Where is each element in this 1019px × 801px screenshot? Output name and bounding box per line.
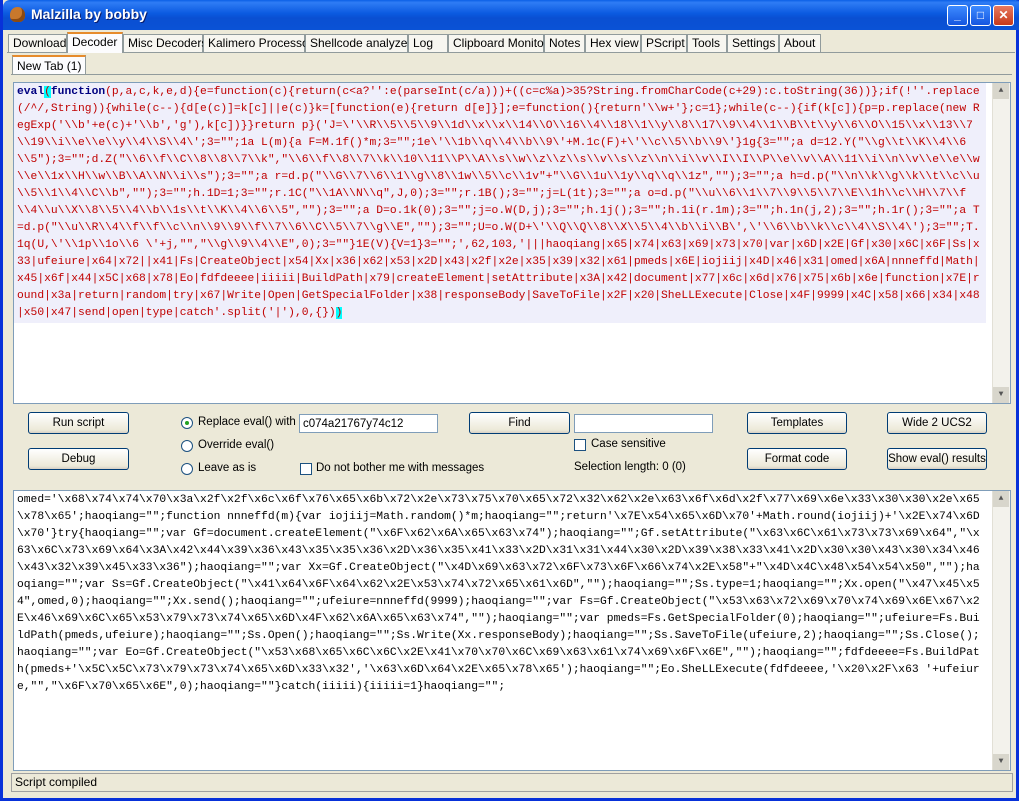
override-eval-label: Override eval() [198, 439, 275, 451]
leave-as-is-label: Leave as is [198, 462, 257, 474]
bracket-open-highlight: ( [44, 86, 51, 98]
editor-scrollbar[interactable]: ▲ ▼ [992, 83, 1010, 403]
replace-eval-radio[interactable] [181, 417, 193, 429]
scroll-down-arrow-icon[interactable]: ▼ [993, 754, 1009, 770]
case-sensitive-checkbox[interactable] [574, 439, 586, 451]
tab-new-tab-1[interactable]: New Tab (1) [12, 55, 87, 75]
debug-button[interactable]: Debug [28, 448, 129, 470]
find-button[interactable]: Find [469, 412, 570, 434]
encoded-script-body: (p,a,c,k,e,d){e=function(c){return(c<a?'… [17, 86, 980, 319]
override-eval-radio[interactable] [181, 440, 193, 452]
result-scrollbar[interactable]: ▲ ▼ [992, 491, 1010, 770]
bracket-close-highlight: ) [335, 307, 343, 319]
scroll-up-arrow-icon[interactable]: ▲ [993, 83, 1009, 99]
status-bar: Script compiled [11, 773, 1013, 792]
show-eval-results-button[interactable]: Show eval() results [887, 448, 987, 470]
find-input[interactable] [574, 414, 713, 433]
tab-notes[interactable]: Notes [544, 34, 585, 52]
close-button[interactable]: ✕ [993, 5, 1014, 26]
tab-pscript[interactable]: PScript [641, 34, 687, 52]
function-keyword: function [50, 86, 106, 98]
app-window: Malzilla by bobby _ □ ✕ Download Decoder… [0, 0, 1019, 801]
decoded-result-text[interactable]: omed='\x68\x74\x74\x70\x3a\x2f\x2f\x6c\x… [14, 491, 986, 697]
encoded-script-editor[interactable]: eval(function(p,a,c,k,e,d){e=function(c)… [13, 82, 1011, 404]
replace-eval-label: Replace eval() with [198, 416, 296, 428]
tab-decoder[interactable]: Decoder [67, 32, 123, 53]
tab-kalimero-processor[interactable]: Kalimero Processor [203, 34, 313, 52]
do-not-bother-label: Do not bother me with messages [316, 462, 485, 474]
tab-shellcode-analyzer[interactable]: Shellcode analyzer [305, 34, 411, 52]
selection-length-text: Selection length: 0 (0) [574, 461, 686, 473]
run-script-button[interactable]: Run script [28, 412, 129, 434]
maximize-button[interactable]: □ [970, 5, 991, 26]
window-title: Malzilla by bobby [31, 6, 147, 22]
tab-download[interactable]: Download [8, 34, 67, 52]
scroll-up-arrow-icon[interactable]: ▲ [993, 491, 1009, 507]
format-code-button[interactable]: Format code [747, 448, 847, 470]
tab-clipboard-monitor[interactable]: Clipboard Monitor [448, 34, 548, 52]
templates-button[interactable]: Templates [747, 412, 847, 434]
tab-misc-decoders[interactable]: Misc Decoders [123, 34, 207, 52]
tab-about[interactable]: About [779, 34, 821, 52]
decoded-result-editor[interactable]: omed='\x68\x74\x74\x70\x3a\x2f\x2f\x6c\x… [13, 490, 1011, 771]
wide-2-ucs2-button[interactable]: Wide 2 UCS2 [887, 412, 987, 434]
subtab-divider [11, 74, 1012, 75]
tab-settings[interactable]: Settings [727, 34, 779, 52]
replace-eval-input[interactable] [299, 414, 438, 433]
tab-log[interactable]: Log [408, 34, 448, 52]
case-sensitive-label: Case sensitive [591, 438, 666, 450]
tab-tools[interactable]: Tools [687, 34, 727, 52]
encoded-script-text[interactable]: eval(function(p,a,c,k,e,d){e=function(c)… [14, 83, 986, 323]
minimize-button[interactable]: _ [947, 5, 968, 26]
main-tab-strip: Download Decoder Misc Decoders Kalimero … [7, 32, 1015, 53]
do-not-bother-checkbox[interactable] [300, 463, 312, 475]
eval-keyword: eval [17, 86, 45, 98]
scroll-down-arrow-icon[interactable]: ▼ [993, 387, 1009, 403]
tab-hex-view[interactable]: Hex view [585, 34, 641, 52]
leave-as-is-radio[interactable] [181, 463, 193, 475]
lizard-app-icon[interactable] [10, 7, 25, 22]
title-bar[interactable]: Malzilla by bobby _ □ ✕ [3, 0, 1019, 30]
